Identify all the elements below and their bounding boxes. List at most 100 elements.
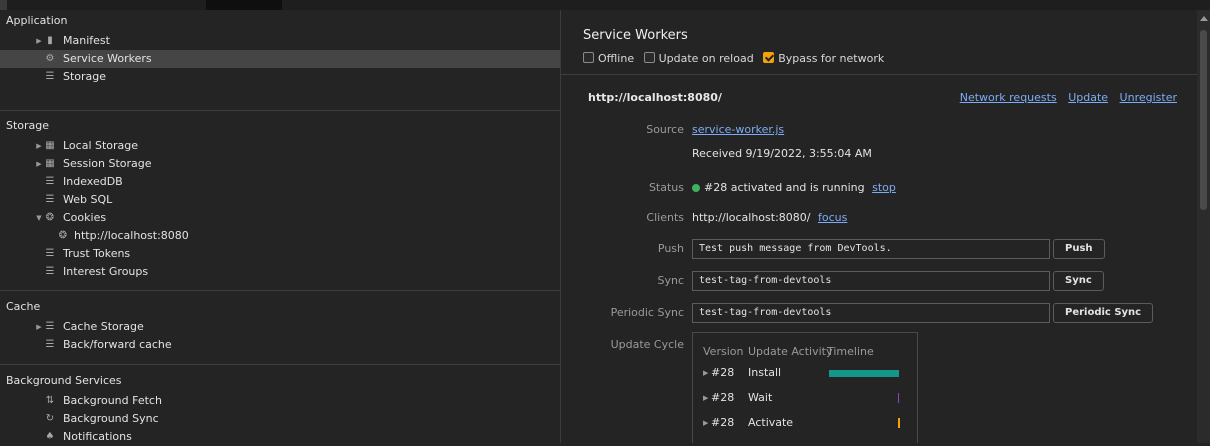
cookie-icon: ❂ bbox=[58, 230, 68, 241]
bypass-for-network-checkbox[interactable] bbox=[763, 52, 775, 63]
periodic-sync-input[interactable]: test-tag-from-devtools bbox=[692, 303, 1050, 323]
sync-label: Sync bbox=[657, 274, 684, 287]
offline-checkbox[interactable] bbox=[583, 52, 594, 63]
table-row[interactable]: ▶ #28 Activate bbox=[693, 414, 917, 432]
divider bbox=[561, 74, 1197, 75]
sidebar-item-interest-groups[interactable]: ☰ Interest Groups bbox=[0, 263, 560, 281]
grid-icon: ▦ bbox=[45, 158, 55, 169]
sidebar-item-background-fetch[interactable]: ⇅ Background Fetch bbox=[0, 392, 560, 410]
sidebar-item-label: Background Fetch bbox=[63, 394, 162, 407]
offline-option[interactable]: Offline bbox=[583, 50, 634, 68]
scrollbar[interactable] bbox=[1197, 10, 1210, 443]
sidebar-item-background-sync[interactable]: ↻ Background Sync bbox=[0, 410, 560, 428]
page-title: Service Workers bbox=[583, 28, 688, 43]
activity-cell: Wait bbox=[748, 391, 773, 404]
version-cell: #28 bbox=[711, 391, 735, 404]
worker-actions: Network requests Update Unregister bbox=[952, 91, 1177, 104]
expand-triangle-icon[interactable]: ▶ bbox=[35, 318, 43, 336]
push-input[interactable]: Test push message from DevTools. bbox=[692, 239, 1050, 259]
table-row[interactable]: ▶ #28 Install bbox=[693, 364, 917, 382]
activity-cell: Activate bbox=[748, 416, 794, 429]
sidebar-item-label: http://localhost:8080 bbox=[74, 229, 189, 242]
timeline-bar bbox=[829, 370, 899, 377]
expand-triangle-icon[interactable]: ▶ bbox=[703, 364, 708, 382]
sidebar-section-background-services: Background Services ⇅ Background Fetch ↻… bbox=[0, 365, 560, 446]
source-file-link[interactable]: service-worker.js bbox=[692, 123, 784, 136]
status-dot-icon bbox=[692, 184, 700, 192]
sidebar-item-manifest[interactable]: ▶ ▮ Manifest bbox=[0, 32, 560, 50]
service-workers-panel: Service Workers Offline Update on reload… bbox=[561, 10, 1197, 443]
options-row: Offline Update on reload Bypass for netw… bbox=[583, 50, 890, 68]
version-cell: #28 bbox=[711, 416, 735, 429]
scrollbar-thumb[interactable] bbox=[1200, 30, 1207, 210]
sidebar-item-web-sql[interactable]: ☰ Web SQL bbox=[0, 191, 560, 209]
sidebar-item-indexeddb[interactable]: ☰ IndexedDB bbox=[0, 173, 560, 191]
sidebar-item-back-forward-cache[interactable]: ☰ Back/forward cache bbox=[0, 336, 560, 354]
sidebar-item-label: Cache Storage bbox=[63, 320, 144, 333]
table-row[interactable]: ▶ #28 Wait bbox=[693, 389, 917, 407]
status-label: Status bbox=[648, 181, 684, 194]
periodic-sync-button[interactable]: Periodic Sync bbox=[1053, 303, 1154, 323]
sidebar-item-label: Local Storage bbox=[63, 139, 139, 152]
offline-label: Offline bbox=[598, 52, 635, 65]
sync-button[interactable]: Sync bbox=[1053, 271, 1104, 291]
database-icon: ☰ bbox=[45, 266, 55, 277]
sidebar-item-cache-storage[interactable]: ▶ ☰ Cache Storage bbox=[0, 318, 560, 336]
scroll-up-arrow-icon[interactable] bbox=[1200, 16, 1208, 21]
worker-origin: http://localhost:8080/ bbox=[588, 91, 722, 104]
database-icon: ☰ bbox=[45, 339, 55, 350]
sidebar-item-label: Manifest bbox=[63, 34, 110, 47]
bypass-for-network-label: Bypass for network bbox=[778, 52, 885, 65]
sidebar-item-label: Storage bbox=[63, 70, 107, 83]
expand-triangle-icon[interactable]: ▶ bbox=[35, 155, 43, 173]
update-link[interactable]: Update bbox=[1068, 91, 1108, 104]
gear-icon: ⚙ bbox=[45, 53, 55, 64]
sidebar-item-session-storage[interactable]: ▶ ▦ Session Storage bbox=[0, 155, 560, 173]
sidebar-item-local-storage[interactable]: ▶ ▦ Local Storage bbox=[0, 137, 560, 155]
update-cycle-table: Version Update Activity Timeline ▶ #28 I… bbox=[692, 332, 918, 443]
sync-input[interactable]: test-tag-from-devtools bbox=[692, 271, 1050, 291]
toolbar-tab[interactable] bbox=[206, 0, 282, 10]
push-label: Push bbox=[657, 242, 684, 255]
network-requests-link[interactable]: Network requests bbox=[960, 91, 1057, 104]
activity-cell: Install bbox=[748, 366, 782, 379]
expand-triangle-icon[interactable]: ▶ bbox=[35, 137, 43, 155]
push-button[interactable]: Push bbox=[1053, 239, 1105, 259]
focus-link[interactable]: focus bbox=[818, 211, 847, 224]
stop-link[interactable]: stop bbox=[872, 181, 896, 194]
sidebar-item-trust-tokens[interactable]: ☰ Trust Tokens bbox=[0, 245, 560, 263]
sidebar-item-cookies[interactable]: ▼ ❂ Cookies bbox=[0, 209, 560, 227]
sidebar-item-label: Notifications bbox=[63, 430, 132, 443]
update-cycle-label: Update Cycle bbox=[610, 338, 684, 351]
sidebar-section-storage: Storage ▶ ▦ Local Storage ▶ ▦ Session St… bbox=[0, 111, 560, 291]
client-url: http://localhost:8080/ bbox=[692, 211, 811, 224]
database-icon: ☰ bbox=[45, 194, 55, 205]
source-value: service-worker.js bbox=[692, 123, 784, 136]
file-icon: ▮ bbox=[47, 35, 53, 46]
sidebar-item-cookie-localhost[interactable]: ❂ http://localhost:8080 bbox=[0, 227, 560, 245]
received-timestamp: Received 9/19/2022, 3:55:04 AM bbox=[692, 147, 872, 160]
expand-triangle-icon[interactable]: ▶ bbox=[703, 414, 708, 432]
clients-label: Clients bbox=[646, 211, 684, 224]
version-cell: #28 bbox=[711, 366, 735, 379]
bell-icon: ♠ bbox=[45, 431, 55, 442]
unregister-link[interactable]: Unregister bbox=[1120, 91, 1177, 104]
source-label: Source bbox=[646, 123, 684, 136]
update-on-reload-checkbox[interactable] bbox=[643, 52, 655, 63]
collapse-triangle-icon[interactable]: ▼ bbox=[35, 209, 43, 227]
fetch-arrows-icon: ⇅ bbox=[45, 395, 55, 406]
expand-triangle-icon[interactable]: ▶ bbox=[703, 389, 708, 407]
column-header-timeline: Timeline bbox=[827, 345, 874, 358]
sidebar-item-label: Background Sync bbox=[63, 412, 159, 425]
update-on-reload-option[interactable]: Update on reload bbox=[643, 50, 754, 68]
sidebar-item-label: Trust Tokens bbox=[63, 247, 131, 260]
status-text: #28 activated and is running bbox=[704, 181, 865, 194]
sidebar-item-service-workers[interactable]: ⚙ Service Workers bbox=[0, 50, 560, 68]
sidebar-item-label: Session Storage bbox=[63, 157, 152, 170]
sidebar-item-label: Interest Groups bbox=[63, 265, 149, 278]
sidebar-item-storage[interactable]: ☰ Storage bbox=[0, 68, 560, 86]
bypass-for-network-option[interactable]: Bypass for network bbox=[763, 50, 884, 68]
expand-triangle-icon[interactable]: ▶ bbox=[35, 32, 43, 50]
sidebar-item-notifications[interactable]: ♠ Notifications bbox=[0, 428, 560, 446]
clients-value: http://localhost:8080/ focus bbox=[692, 211, 847, 224]
